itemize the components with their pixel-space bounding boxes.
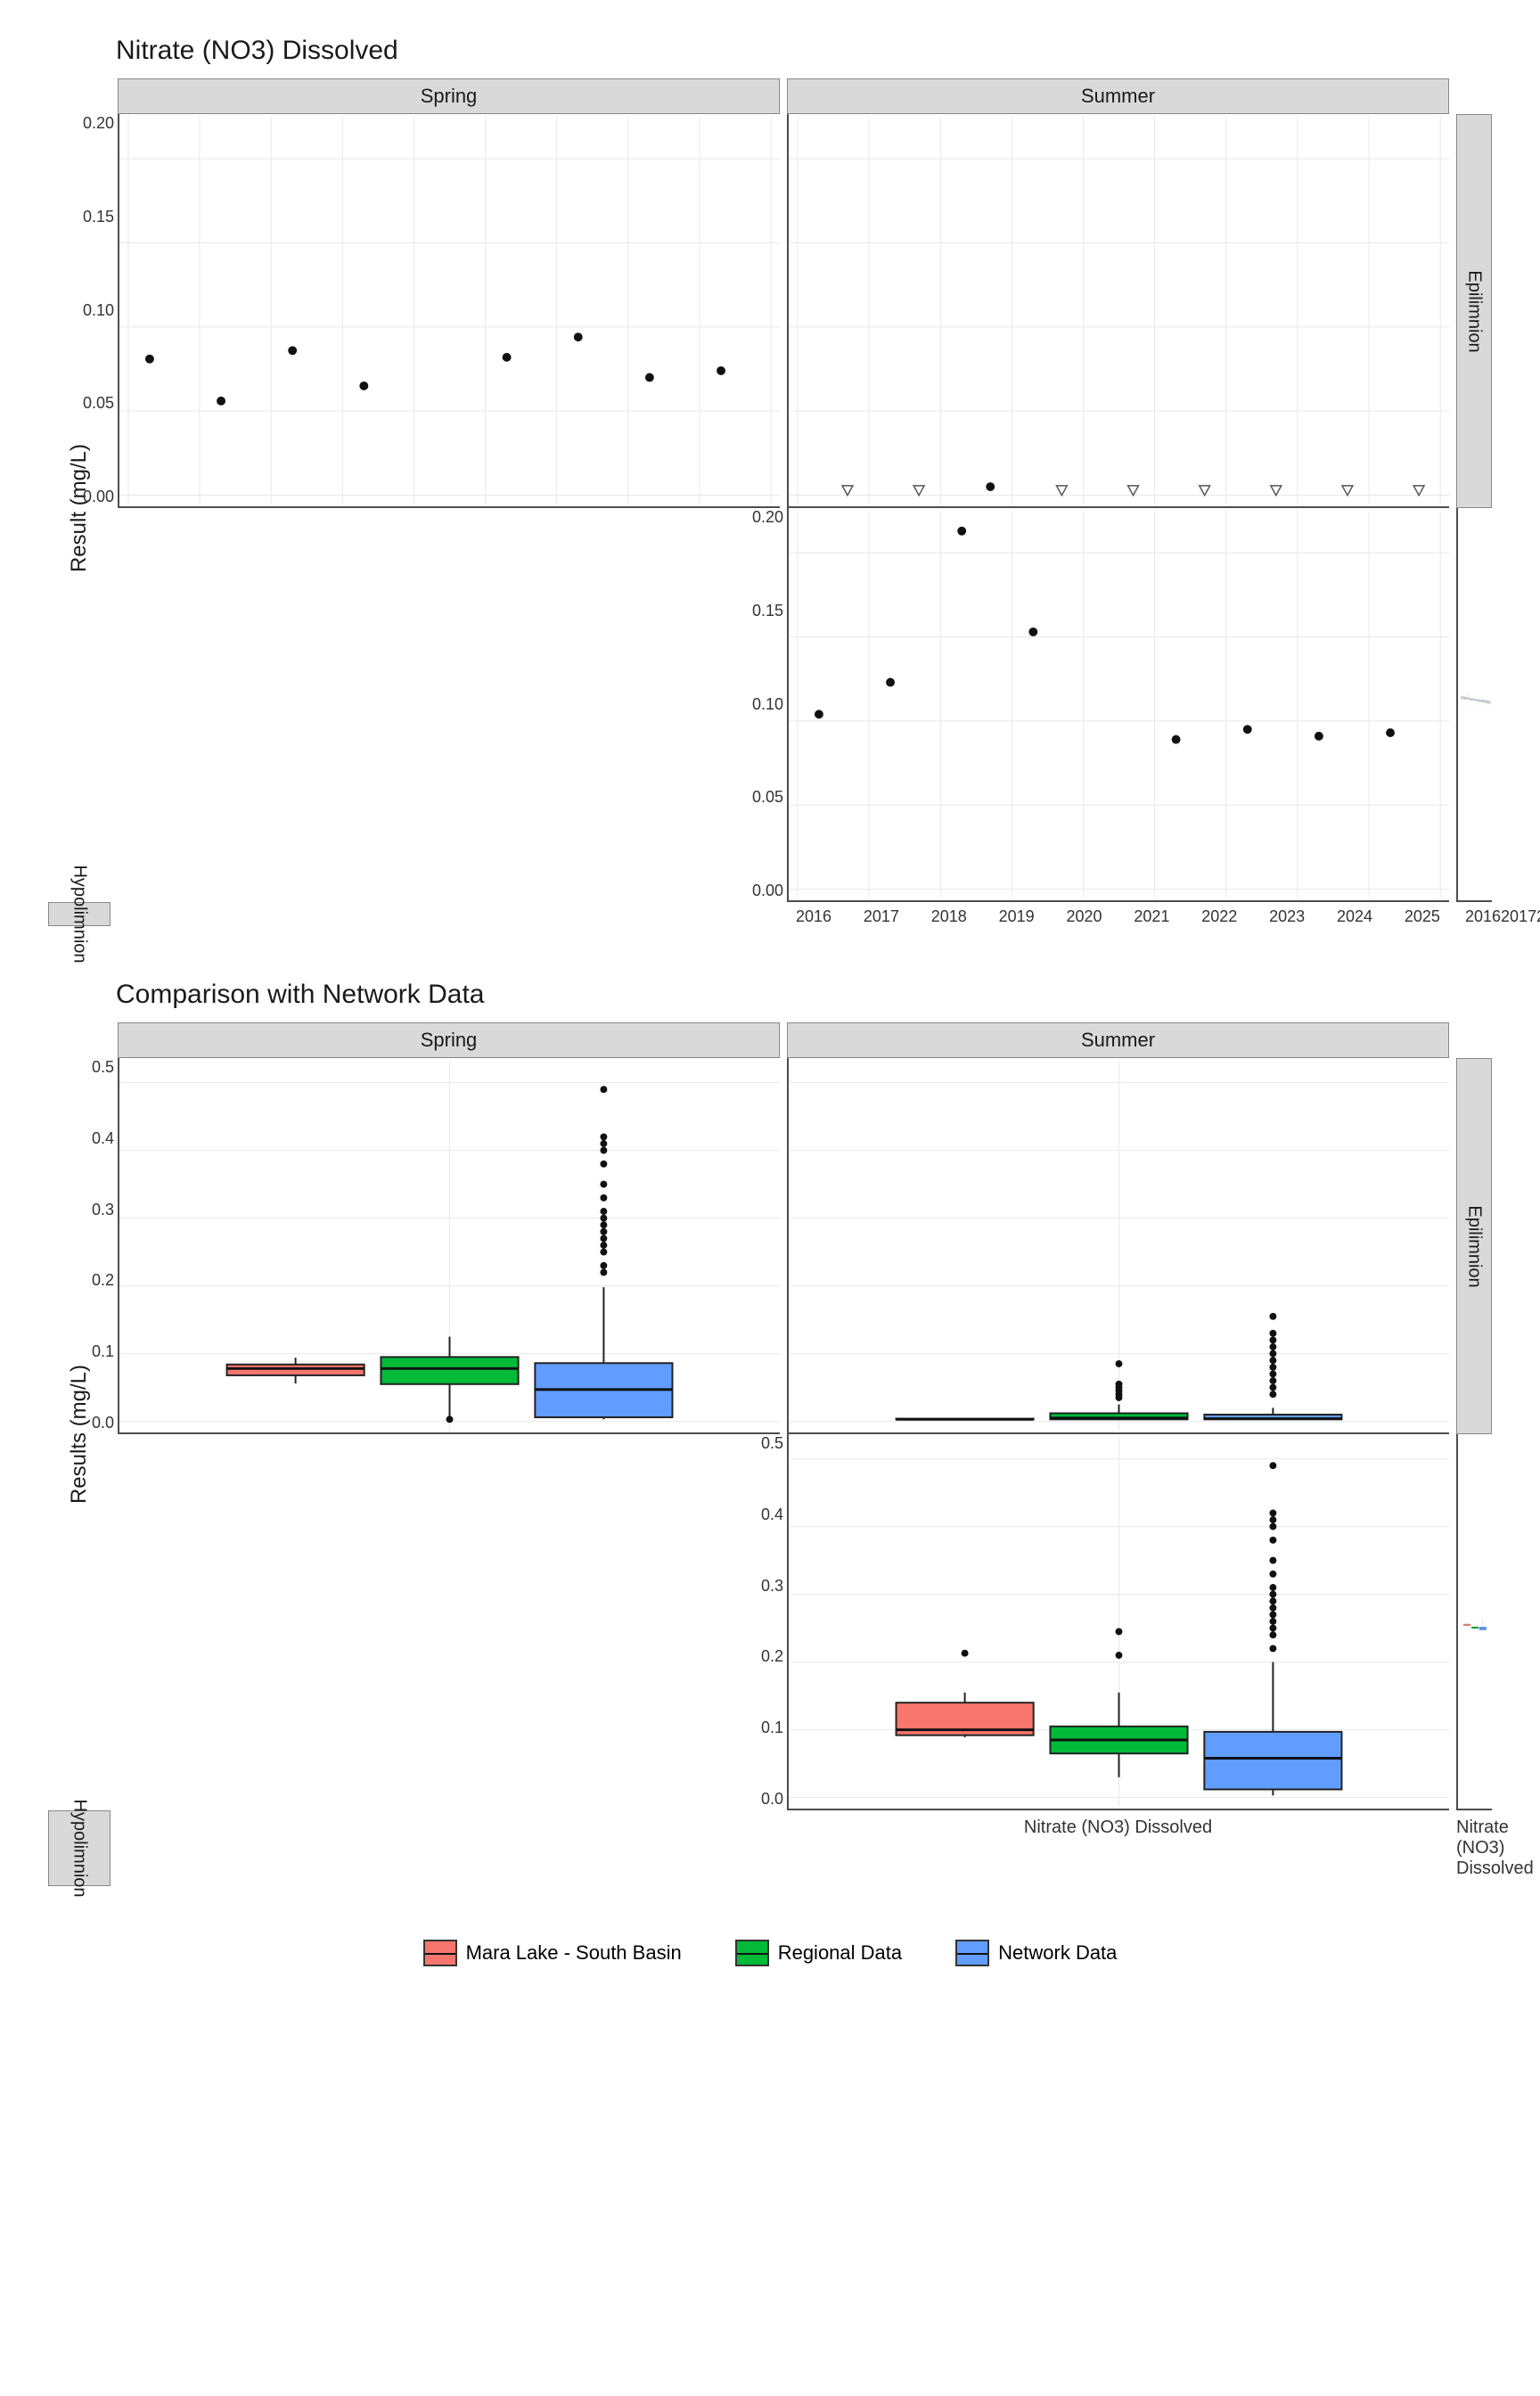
brow-strip-hypo: Hypolimnion bbox=[48, 1810, 111, 1886]
byticks-top: 0.50.40.30.20.10.0 bbox=[70, 1058, 114, 1432]
xaxis-spring: 2016201720182019202020212022202320242025 bbox=[787, 902, 1449, 926]
legend-item-network: Network Data bbox=[955, 1940, 1117, 1966]
bpanel-spring-epi: 0.50.40.30.20.10.0 bbox=[118, 1058, 780, 1434]
col-strip-summer: Summer bbox=[787, 78, 1449, 114]
bcol-strip-summer: Summer bbox=[787, 1022, 1449, 1058]
scatter-chart-block: Nitrate (NO3) Dissolved Spring Summer Re… bbox=[18, 36, 1522, 926]
legend-item-regional: Regional Data bbox=[735, 1940, 902, 1966]
row-strip-epi: Epilimnion bbox=[1456, 114, 1492, 508]
bpanel-summer-hypo bbox=[1456, 1434, 1492, 1810]
panel-summer-hypo bbox=[1456, 508, 1492, 902]
bpanel-summer-epi bbox=[787, 1058, 1449, 1434]
yticks-bot: 0.20 0.15 0.10 0.05 0.00 bbox=[739, 508, 783, 900]
panel-spring-hypo: 0.20 0.15 0.10 0.05 0.00 bbox=[787, 508, 1449, 902]
col-strip-spring: Spring bbox=[118, 78, 780, 114]
bcol-strip-spring: Spring bbox=[118, 1022, 780, 1058]
xaxis-summer: 2016201720182019202020212022202320242025 bbox=[1456, 902, 1492, 926]
legend: Mara Lake - South Basin Regional Data Ne… bbox=[18, 1940, 1522, 1966]
panel-spring-epi: 0.20 0.15 0.10 0.05 0.00 bbox=[118, 114, 780, 508]
bxaxis-spring: Nitrate (NO3) Dissolved bbox=[787, 1810, 1449, 1886]
legend-swatch-network bbox=[955, 1940, 989, 1966]
panel-summer-epi bbox=[787, 114, 1449, 508]
yticks-top: 0.20 0.15 0.10 0.05 0.00 bbox=[70, 114, 114, 506]
legend-item-mara: Mara Lake - South Basin bbox=[423, 1940, 682, 1966]
brow-strip-epi: Epilimnion bbox=[1456, 1058, 1492, 1434]
bpanel-spring-hypo: 0.50.40.30.20.10.0 bbox=[787, 1434, 1449, 1810]
legend-swatch-mara bbox=[423, 1940, 457, 1966]
scatter-title: Nitrate (NO3) Dissolved bbox=[116, 36, 1522, 66]
legend-swatch-regional bbox=[735, 1940, 769, 1966]
boxplot-title: Comparison with Network Data bbox=[116, 980, 1522, 1010]
boxplot-facet-grid: Spring Summer Results (mg/L) 0.50.40.30.… bbox=[48, 1022, 1492, 1886]
bxaxis-summer: Nitrate (NO3) Dissolved bbox=[1456, 1810, 1492, 1886]
byticks-bot: 0.50.40.30.20.10.0 bbox=[739, 1434, 783, 1809]
row-strip-hypo: Hypolimnion bbox=[48, 902, 111, 926]
boxplot-chart-block: Comparison with Network Data Spring Summ… bbox=[18, 980, 1522, 1886]
scatter-facet-grid: Spring Summer Result (mg/L) 0.20 0.15 0.… bbox=[48, 78, 1492, 926]
